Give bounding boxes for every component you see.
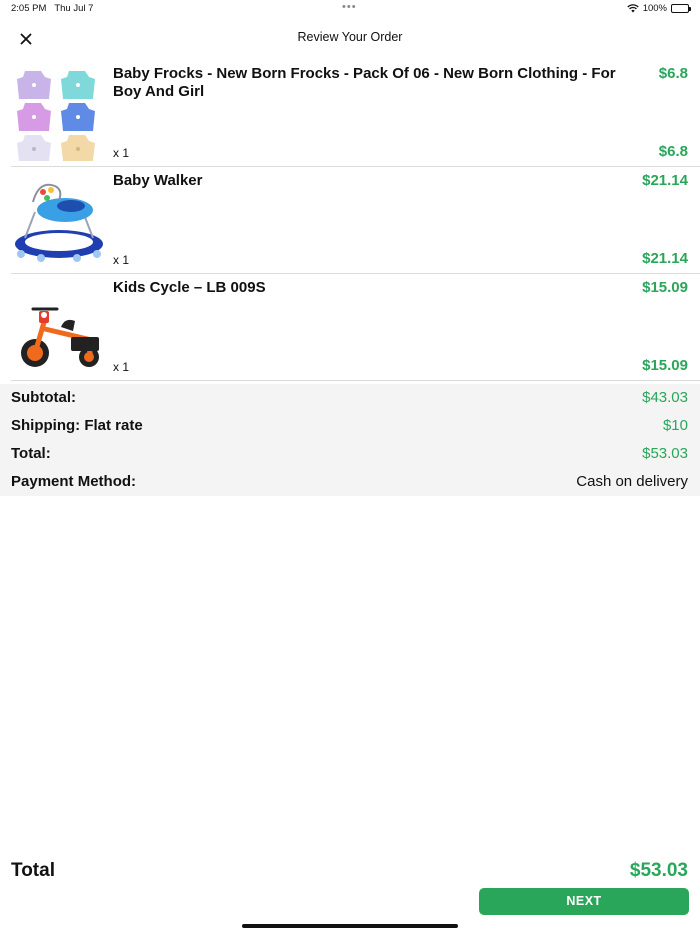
next-button[interactable]: NEXT — [479, 888, 689, 915]
battery-percent: 100% — [642, 3, 667, 14]
shipping-value: $10 — [662, 417, 688, 434]
battery-icon — [671, 4, 691, 13]
total-row: Total: $53.03 — [0, 440, 700, 468]
item-name: Baby Frocks - New Born Frocks - Pack Of … — [113, 65, 616, 100]
item-name: Baby Walker — [113, 172, 203, 189]
product-image-baby-frocks — [11, 65, 107, 161]
footer-total-label: Total — [11, 860, 55, 881]
payment-method-label: Payment Method: — [11, 473, 137, 490]
item-line-total: $21.14 — [642, 250, 688, 267]
subtotal-value: $43.03 — [642, 389, 688, 406]
order-item[interactable]: Baby Frocks - New Born Frocks - Pack Of … — [11, 60, 700, 167]
total-label: Total: — [11, 445, 51, 462]
order-summary: Subtotal: $43.03 Shipping: Flat rate $10… — [0, 384, 700, 496]
navigation-bar: Review Your Order — [0, 18, 700, 60]
shipping-label: Shipping: Flat rate — [11, 417, 143, 434]
total-value: $53.03 — [642, 445, 688, 462]
item-price: $15.09 — [642, 279, 688, 296]
item-quantity: x 1 — [113, 360, 130, 374]
payment-method-row: Payment Method: Cash on delivery — [0, 468, 700, 496]
footer-total-value: $53.03 — [629, 860, 688, 881]
shipping-row: Shipping: Flat rate $10 — [0, 412, 700, 440]
status-time: 2:05 PM Thu Jul 7 — [11, 3, 94, 14]
subtotal-row: Subtotal: $43.03 — [0, 384, 700, 412]
product-image-baby-walker — [11, 172, 107, 268]
item-line-total: $6.8 — [658, 143, 688, 160]
item-price: $6.8 — [658, 65, 688, 82]
order-item[interactable]: Kids Cycle – LB 009S $15.09 x 1 $15.09 — [11, 274, 700, 381]
order-items-list: Baby Frocks - New Born Frocks - Pack Of … — [0, 60, 700, 381]
multitasking-dots[interactable]: ••• — [342, 1, 357, 13]
payment-method-value: Cash on delivery — [576, 473, 688, 490]
status-bar: 2:05 PM Thu Jul 7 ••• 100% — [0, 0, 700, 18]
item-quantity: x 1 — [113, 253, 130, 267]
page-title: Review Your Order — [297, 30, 403, 44]
item-line-total: $15.09 — [642, 357, 688, 374]
order-item[interactable]: Baby Walker $21.14 x 1 $21.14 — [11, 167, 700, 274]
item-quantity: x 1 — [113, 146, 130, 160]
item-name: Kids Cycle – LB 009S — [113, 279, 266, 296]
item-price: $21.14 — [642, 172, 688, 189]
product-image-kids-cycle — [11, 279, 107, 375]
wifi-icon — [627, 4, 639, 13]
subtotal-label: Subtotal: — [11, 389, 76, 406]
home-indicator[interactable] — [242, 924, 458, 928]
status-indicators: 100% — [627, 3, 691, 14]
